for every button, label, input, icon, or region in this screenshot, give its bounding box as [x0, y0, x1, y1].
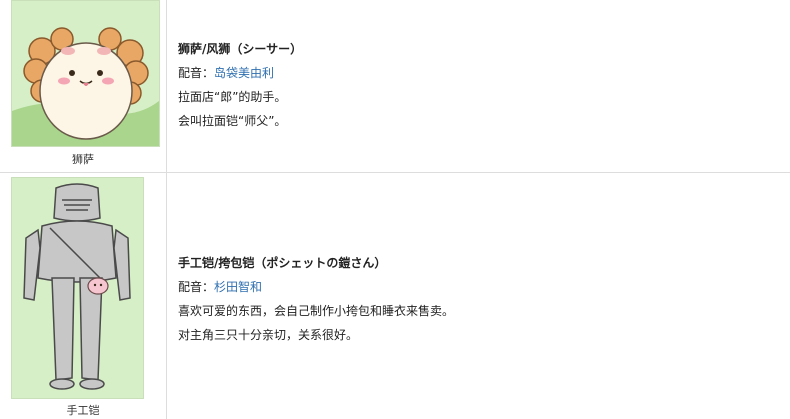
voice-actor-link[interactable]: 杉田智和	[214, 280, 262, 294]
shisa-portrait[interactable]	[11, 0, 160, 147]
portrait-caption: 狮萨	[72, 153, 94, 166]
voice-actor-link[interactable]: 岛袋美由利	[214, 66, 274, 80]
character-info: 狮萨/风狮（シーサー） 配音：岛袋美由利 拉面店“郎”的助手。 会叫拉面铠“师父…	[178, 40, 302, 136]
voice-actor-label: 配音：	[178, 280, 215, 294]
armor-illustration	[12, 178, 143, 398]
description-line: 对主角三只十分亲切，关系很好。	[178, 328, 359, 342]
voice-actor-label: 配音：	[178, 66, 215, 80]
character-row-armor: 手工铠 手工铠/挎包铠（ポシェットの鎧さん） 配音：杉田智和 喜欢可爱的东西，会…	[0, 172, 790, 419]
image-cell: 手工铠	[0, 172, 167, 419]
description-line: 喜欢可爱的东西，会自己制作小挎包和睡衣来售卖。	[178, 304, 455, 318]
armor-portrait[interactable]	[11, 177, 144, 399]
character-info: 手工铠/挎包铠（ポシェットの鎧さん） 配音：杉田智和 喜欢可爱的东西，会自己制作…	[178, 254, 454, 350]
description-line: 拉面店“郎”的助手。	[178, 90, 287, 104]
character-name: 手工铠/挎包铠（ポシェットの鎧さん）	[178, 256, 387, 270]
character-name: 狮萨/风狮（シーサー）	[178, 42, 303, 56]
shisa-illustration	[12, 1, 159, 146]
description-line: 会叫拉面铠“师父”。	[178, 114, 287, 128]
image-cell: 狮萨	[0, 0, 167, 172]
character-row-shisa: 狮萨 狮萨/风狮（シーサー） 配音：岛袋美由利 拉面店“郎”的助手。 会叫拉面铠…	[0, 0, 790, 173]
voice-actor-line: 配音：岛袋美由利	[178, 64, 302, 88]
voice-actor-line: 配音：杉田智和	[178, 278, 454, 302]
character-table: 狮萨 狮萨/风狮（シーサー） 配音：岛袋美由利 拉面店“郎”的助手。 会叫拉面铠…	[0, 0, 790, 419]
portrait-caption: 手工铠	[66, 404, 100, 417]
